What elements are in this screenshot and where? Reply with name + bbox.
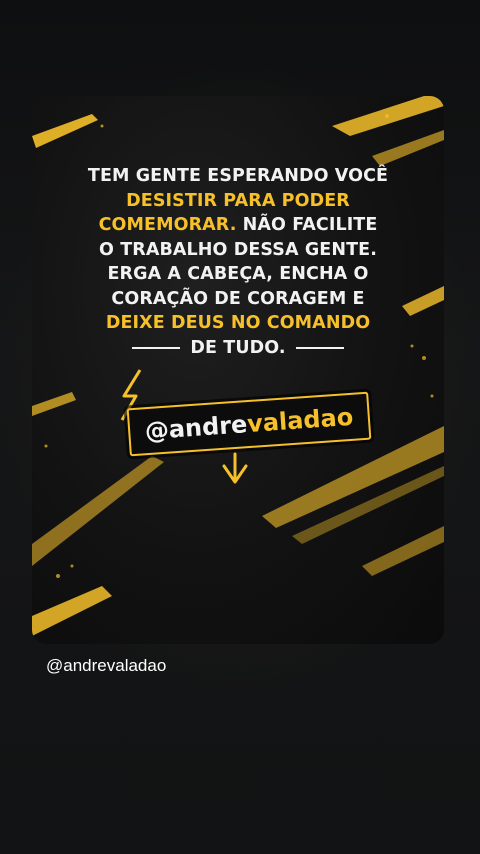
quote-highlight-text: COMEMORAR.: [98, 215, 237, 235]
quote-text-segment: CORAÇÃO DE CORAGEM E: [111, 288, 365, 309]
quote-last-line: DE TUDO.: [32, 336, 444, 361]
quote-text-segment: ERGA A CABEÇA, ENCHA O: [107, 264, 369, 284]
quote-line: ERGA A CABEÇA, ENCHA O: [32, 262, 444, 287]
handle-suffix: valadao: [246, 402, 355, 439]
quote-line: DEIXE DEUS NO COMANDO: [32, 311, 444, 336]
quote-line: DESISTIR PARA PODER: [32, 189, 444, 214]
quote-line: TEM GENTE ESPERANDO VOCÊ: [32, 164, 444, 189]
arrow-down-icon: [222, 452, 248, 484]
quote-text-segment: TEM GENTE ESPERANDO VOCÊ: [87, 166, 389, 186]
quote-highlight-text: DESISTIR PARA PODER: [126, 190, 350, 211]
quote-final-text: DE TUDO.: [190, 337, 286, 358]
quote-highlight-text: DEIXE DEUS NO COMANDO: [105, 313, 371, 333]
post-image-card[interactable]: TEM GENTE ESPERANDO VOCÊ DESISTIR PARA PO…: [32, 96, 444, 644]
divider-line: [295, 346, 344, 349]
handle-prefix: @andre: [143, 410, 249, 446]
divider-line: [132, 346, 181, 349]
quote-line: CORAÇÃO DE CORAGEM E: [32, 287, 444, 312]
post-caption[interactable]: @andrevaladao: [46, 656, 166, 676]
quote-text-segment: NÃO FACILITE: [236, 215, 378, 235]
quote-line: COMEMORAR. NÃO FACILITE: [32, 213, 444, 238]
quote-line: O TRABALHO DESSA GENTE.: [32, 238, 444, 263]
quote-text-segment: O TRABALHO DESSA GENTE.: [99, 239, 377, 260]
quote-text: TEM GENTE ESPERANDO VOCÊ DESISTIR PARA PO…: [32, 164, 444, 360]
